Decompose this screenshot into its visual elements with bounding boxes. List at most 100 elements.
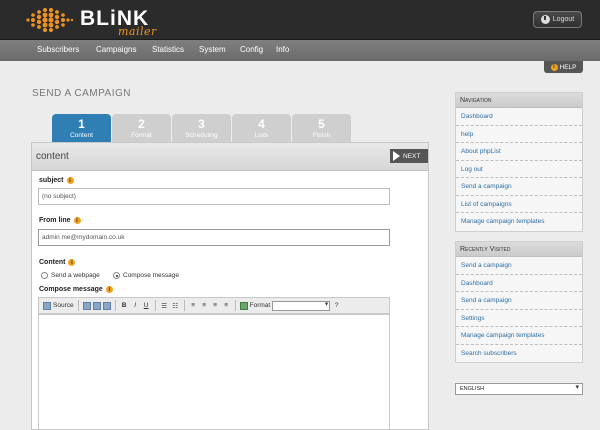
align-right-icon[interactable]: ≡ bbox=[211, 300, 220, 311]
subject-input[interactable]: (no subject) bbox=[38, 188, 390, 205]
info-icon[interactable]: i bbox=[68, 259, 76, 266]
info-icon[interactable]: i bbox=[105, 286, 113, 293]
justify-icon[interactable]: ≡ bbox=[222, 300, 231, 311]
language-select[interactable]: ENGLISH bbox=[455, 383, 583, 395]
tab-label: Scheduling bbox=[185, 132, 218, 139]
next-button[interactable]: NEXT bbox=[390, 149, 428, 163]
tab-number: 3 bbox=[198, 117, 205, 131]
spellcheck-icon[interactable] bbox=[102, 301, 111, 310]
help-label: HELP bbox=[559, 63, 577, 71]
help-icon[interactable]: ? bbox=[332, 300, 341, 311]
toolbar-divider bbox=[234, 300, 236, 311]
sidebar-link-dashboard[interactable]: Dashboard bbox=[456, 108, 582, 126]
recent-link-search-subscribers[interactable]: Search subscribers bbox=[456, 345, 582, 363]
tab-label: Lists bbox=[254, 132, 269, 139]
sidebar-link-manage-templates[interactable]: Manage campaign templates bbox=[456, 213, 582, 231]
radio-compose-label: Compose message bbox=[123, 272, 179, 279]
tab-content[interactable]: 1 Content bbox=[52, 114, 111, 142]
help-button[interactable]: i HELP bbox=[544, 61, 583, 73]
recent-link-send-campaign[interactable]: Send a campaign bbox=[456, 257, 582, 275]
paste-icon[interactable] bbox=[82, 301, 91, 310]
source-icon[interactable] bbox=[43, 301, 51, 310]
main-navigation: Subscribers Campaigns Statistics System … bbox=[0, 40, 600, 61]
sidebar-link-list-campaigns[interactable]: List of campaigns bbox=[456, 196, 582, 213]
nav-statistics[interactable]: Statistics bbox=[152, 45, 184, 54]
navigation-box: Navigation Dashboard help About phpList … bbox=[455, 92, 583, 232]
italic-button[interactable]: I bbox=[131, 300, 140, 311]
tab-number: 2 bbox=[138, 117, 145, 131]
recent-link-send-campaign-2[interactable]: Send a campaign bbox=[456, 292, 582, 310]
recently-visited-heading: Recently Visited bbox=[456, 242, 582, 257]
radio-button-selected[interactable] bbox=[113, 272, 120, 279]
sidebar-link-help[interactable]: help bbox=[456, 126, 582, 143]
logout-label: Logout bbox=[552, 16, 575, 23]
numbered-list-icon[interactable]: ☰ bbox=[160, 300, 169, 311]
tab-lists[interactable]: 4 Lists bbox=[232, 114, 291, 142]
logo-subtitle: mailer bbox=[118, 25, 157, 38]
from-line-label: From line i bbox=[39, 217, 81, 224]
radio-send-webpage[interactable]: Send a webpage bbox=[41, 272, 100, 279]
toolbar-divider bbox=[77, 300, 79, 311]
section-title: content bbox=[36, 151, 69, 162]
tab-label: Finish bbox=[312, 132, 331, 139]
message-editor[interactable] bbox=[38, 314, 390, 430]
next-label: NEXT bbox=[403, 152, 421, 160]
top-header: BLiNK mailer Logout bbox=[0, 0, 600, 40]
format-label: Format bbox=[249, 302, 271, 309]
recent-link-manage-templates[interactable]: Manage campaign templates bbox=[456, 327, 582, 345]
toolbar-divider bbox=[114, 300, 116, 311]
tab-number: 4 bbox=[258, 117, 265, 131]
align-center-icon[interactable]: ≡ bbox=[200, 300, 209, 311]
nav-subscribers[interactable]: Subscribers bbox=[37, 45, 79, 54]
power-icon bbox=[540, 15, 550, 24]
info-icon[interactable]: i bbox=[66, 177, 74, 184]
sidebar-link-logout[interactable]: Log out bbox=[456, 161, 582, 178]
navigation-heading: Navigation bbox=[456, 93, 582, 108]
bulleted-list-icon[interactable]: ☷ bbox=[171, 300, 180, 311]
paste-text-icon[interactable] bbox=[92, 301, 101, 310]
recently-visited-box: Recently Visited Send a campaign Dashboa… bbox=[455, 241, 583, 363]
image-icon[interactable] bbox=[239, 301, 248, 310]
subject-label: subject i bbox=[39, 177, 74, 184]
compose-message-label: Compose message i bbox=[39, 286, 113, 293]
from-line-label-text: From line bbox=[39, 217, 71, 224]
nav-info[interactable]: Info bbox=[276, 45, 289, 54]
recent-link-settings[interactable]: Settings bbox=[456, 310, 582, 327]
sidebar-link-about[interactable]: About phpList bbox=[456, 143, 582, 161]
underline-button[interactable]: U bbox=[142, 300, 151, 311]
logout-button[interactable]: Logout bbox=[533, 11, 582, 28]
from-line-input[interactable]: admin me@mydomain.co.uk bbox=[38, 229, 390, 246]
radio-button[interactable] bbox=[41, 272, 48, 279]
blink-mailer-logo[interactable]: BLiNK mailer bbox=[22, 4, 162, 38]
tab-label: Content bbox=[70, 132, 93, 139]
tab-finish[interactable]: 5 Finish bbox=[292, 114, 351, 142]
source-button[interactable]: Source bbox=[53, 300, 74, 311]
info-icon: i bbox=[550, 63, 558, 71]
nav-system[interactable]: System bbox=[199, 45, 226, 54]
radio-send-webpage-label: Send a webpage bbox=[51, 272, 100, 279]
format-select[interactable] bbox=[272, 300, 331, 311]
align-left-icon[interactable]: ≡ bbox=[189, 300, 198, 311]
panel-header: content NEXT bbox=[32, 143, 428, 171]
logo-dot-mark-icon bbox=[26, 8, 74, 32]
tab-scheduling[interactable]: 3 Scheduling bbox=[172, 114, 231, 142]
content-label-text: Content bbox=[39, 259, 66, 266]
content-label: Content i bbox=[39, 259, 76, 266]
compose-label-text: Compose message bbox=[39, 286, 103, 293]
page-title: SEND A CAMPAIGN bbox=[32, 88, 132, 99]
nav-campaigns[interactable]: Campaigns bbox=[96, 45, 136, 54]
radio-compose-message[interactable]: Compose message bbox=[113, 272, 179, 279]
tab-number: 1 bbox=[78, 117, 85, 131]
tab-number: 5 bbox=[318, 117, 325, 131]
toolbar-divider bbox=[183, 300, 185, 311]
subject-label-text: subject bbox=[39, 177, 64, 184]
info-icon[interactable]: i bbox=[73, 217, 81, 224]
editor-toolbar: Source B I U ☰ ☷ ≡ ≡ ≡ ≡ Format ? bbox=[38, 297, 390, 314]
arrow-right-icon bbox=[393, 151, 400, 161]
tab-label: Format bbox=[131, 132, 152, 139]
bold-button[interactable]: B bbox=[120, 300, 129, 311]
recent-link-dashboard[interactable]: Dashboard bbox=[456, 275, 582, 292]
sidebar-link-send-campaign[interactable]: Send a campaign bbox=[456, 178, 582, 196]
tab-format[interactable]: 2 Format bbox=[112, 114, 171, 142]
nav-config[interactable]: Config bbox=[240, 45, 263, 54]
